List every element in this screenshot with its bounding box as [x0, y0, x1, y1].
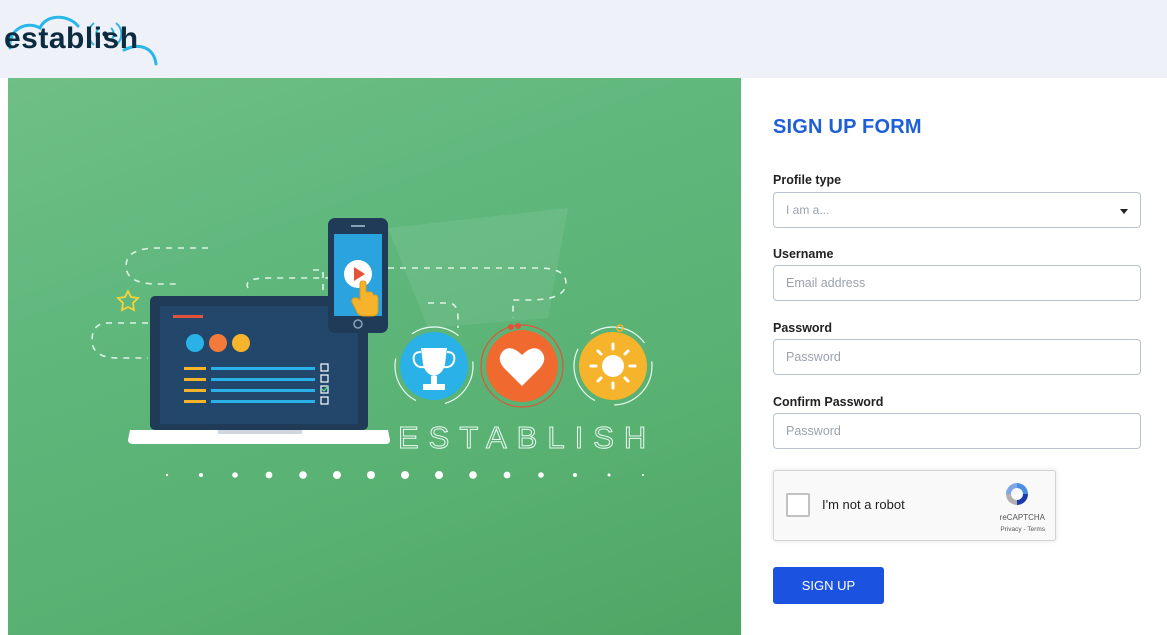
sun-icon — [573, 324, 653, 406]
recaptcha-label: I'm not a robot — [822, 497, 905, 512]
profile-type-label: Profile type — [773, 173, 842, 187]
hero-panel: ESTABLISH — [8, 78, 741, 635]
confirm-password-label: Confirm Password — [773, 395, 884, 409]
recaptcha-widget: I'm not a robot reCAPTCHA Privacy - Term… — [773, 470, 1056, 541]
profile-type-select[interactable]: I am a... — [773, 192, 1141, 228]
recaptcha-brand: reCAPTCHA — [999, 513, 1045, 522]
header-bar: establish — [0, 0, 1167, 78]
logo-text[interactable]: establish — [4, 22, 139, 56]
recaptcha-icon — [1006, 483, 1028, 505]
signup-button[interactable]: SIGN UP — [773, 567, 884, 604]
form-title: SIGN UP FORM — [773, 116, 922, 138]
heart-icon — [480, 323, 564, 408]
password-label: Password — [773, 321, 833, 335]
confirm-password-input[interactable] — [773, 413, 1141, 449]
username-input[interactable] — [773, 265, 1141, 301]
chevron-down-icon[interactable] — [1120, 209, 1128, 214]
hero-watermark: ESTABLISH — [398, 420, 656, 455]
password-input[interactable] — [773, 339, 1141, 375]
hero-illustration: ESTABLISH — [91, 208, 656, 479]
recaptcha-checkbox[interactable] — [786, 493, 810, 517]
recaptcha-links[interactable]: Privacy - Terms — [1000, 526, 1045, 533]
signup-panel: SIGN UP FORM Profile type I am a... User… — [741, 78, 1167, 635]
star-icon — [116, 288, 140, 312]
username-label: Username — [773, 247, 834, 261]
trophy-icon — [394, 326, 474, 406]
profile-type-value: I am a... — [786, 203, 830, 217]
phone-icon — [328, 218, 388, 333]
